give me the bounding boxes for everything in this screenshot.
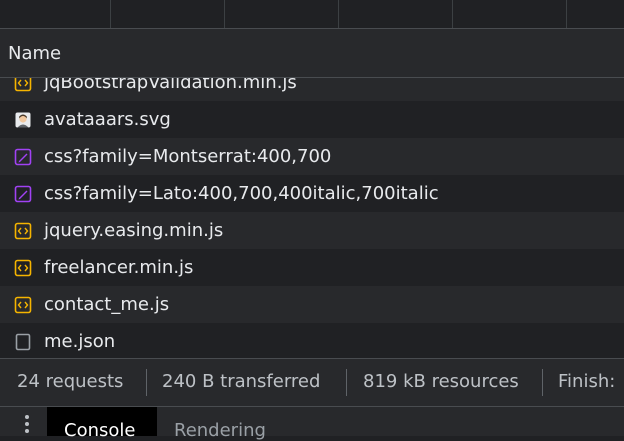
request-name: avataaars.svg [44,109,171,130]
timeline-tick [110,0,111,28]
finish-time: Finish: [558,371,616,392]
summary-divider [542,369,543,396]
timeline-overview [0,0,624,29]
tab-console[interactable]: Console [47,407,157,441]
script-icon [14,222,32,239]
summary-divider [146,369,147,396]
network-request-list: jqBootstrapValidation.min.js avataaars.s… [0,78,624,358]
request-name: freelancer.min.js [44,257,194,278]
request-row[interactable]: freelancer.min.js [0,249,624,286]
tab-rendering[interactable]: Rendering [158,407,288,441]
more-tabs-menu-icon[interactable] [19,415,35,436]
stylesheet-icon [14,148,32,165]
script-icon [14,259,32,276]
request-row[interactable]: me.json [0,323,624,358]
timeline-tick [224,0,225,28]
request-row[interactable]: contact_me.js [0,286,624,323]
devtools-drawer: Console Rendering [0,406,624,441]
request-row[interactable]: jqBootstrapValidation.min.js [0,78,624,101]
request-name: jqBootstrapValidation.min.js [44,78,297,93]
request-name: me.json [44,331,116,352]
request-row[interactable]: avataaars.svg [0,101,624,138]
tab-console-label: Console [64,420,136,441]
image-icon [15,112,31,127]
document-icon [15,333,31,350]
summary-divider [346,369,347,396]
timeline-tick [566,0,567,28]
timeline-tick [338,0,339,28]
tab-rendering-label: Rendering [174,420,266,441]
name-column-header[interactable]: Name [8,43,61,64]
script-icon [14,296,32,313]
request-row[interactable]: css?family=Montserrat:400,700 [0,138,624,175]
request-row[interactable]: css?family=Lato:400,700,400italic,700ita… [0,175,624,212]
timeline-tick [452,0,453,28]
request-name: contact_me.js [44,294,170,315]
script-icon [14,78,32,91]
request-count: 24 requests [17,371,124,392]
stylesheet-icon [14,185,32,202]
resources-size: 819 kB resources [363,371,519,392]
request-name: css?family=Montserrat:400,700 [44,146,332,167]
request-name: jquery.easing.min.js [44,220,224,241]
network-summary-bar: 24 requests 240 B transferred 819 kB res… [0,358,624,406]
network-table-header: Name [0,29,624,78]
request-row[interactable]: jquery.easing.min.js [0,212,624,249]
transferred-size: 240 B transferred [162,371,321,392]
request-name: css?family=Lato:400,700,400italic,700ita… [44,183,439,204]
